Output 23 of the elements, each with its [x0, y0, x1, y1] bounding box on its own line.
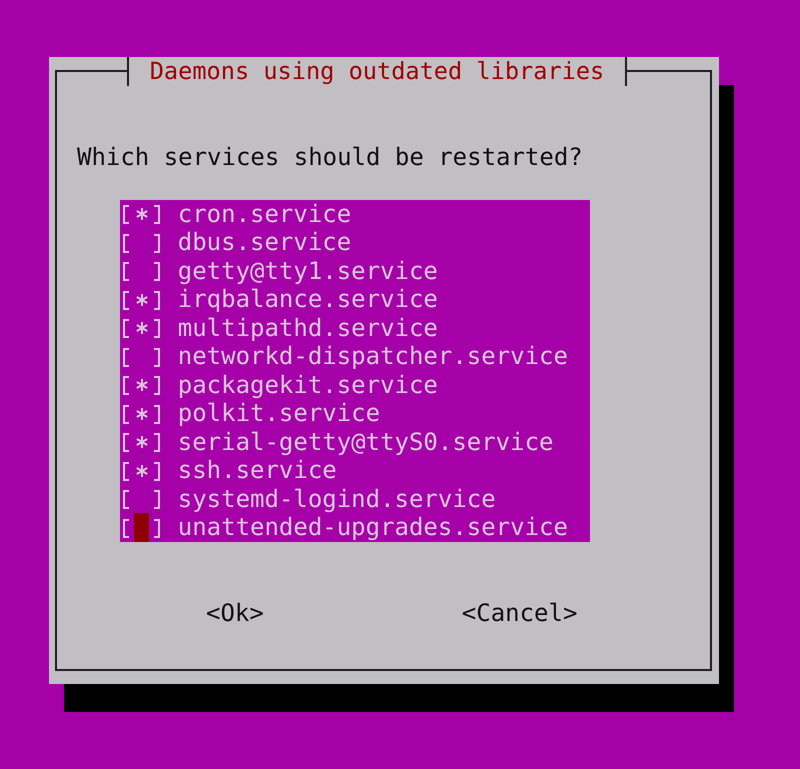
asterisk-icon	[136, 408, 148, 420]
asterisk-icon	[136, 294, 148, 306]
asterisk-icon	[136, 436, 148, 448]
service-name: packagekit.service	[178, 370, 438, 399]
dialog-title: Daemons using outdated libraries	[150, 57, 604, 86]
prompt-text: Which services should be restarted?	[77, 142, 583, 171]
asterisk-icon	[136, 379, 148, 391]
service-name: systemd-logind.service	[178, 484, 496, 513]
service-name: polkit.service	[178, 399, 380, 428]
dialog-button[interactable]: <Cancel>	[462, 598, 578, 627]
service-name: multipathd.service	[178, 314, 438, 342]
service-name: getty@tty1.service	[178, 256, 438, 285]
service-name: dbus.service	[178, 228, 352, 256]
service-name: serial-getty@ttyS0.service	[178, 428, 554, 456]
service-name: networkd-dispatcher.service	[178, 342, 568, 370]
service-name: irqbalance.service	[178, 285, 438, 314]
service-name: ssh.service	[178, 456, 337, 484]
asterisk-icon	[136, 464, 148, 476]
asterisk-icon	[136, 322, 148, 334]
asterisk-icon	[136, 208, 148, 220]
dialog-button[interactable]: <Ok>	[206, 598, 264, 627]
service-name: cron.service	[178, 200, 352, 228]
service-name: unattended-upgrades.service	[178, 513, 568, 542]
